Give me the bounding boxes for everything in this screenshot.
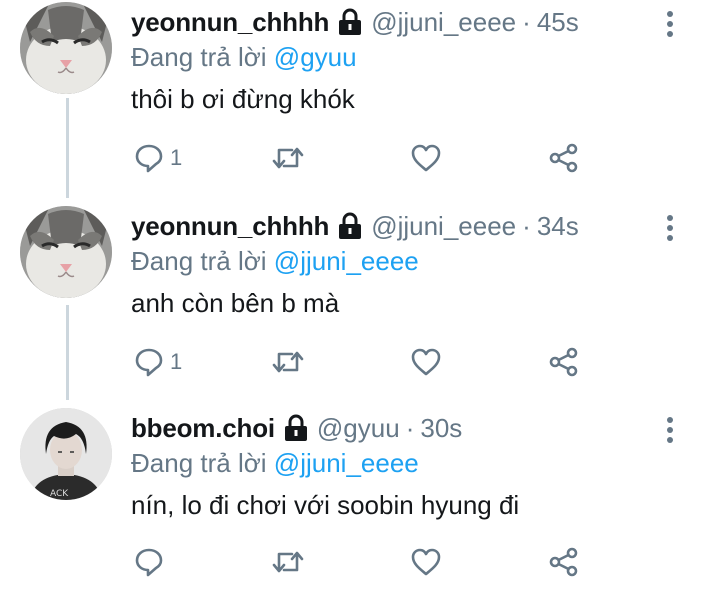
person-avatar-icon: ACK — [20, 408, 112, 500]
replying-to-label: Đang trả lời — [131, 42, 267, 72]
tweet[interactable]: ACK bbeom.choi @gyuu · 30s Đang trả lời … — [0, 408, 720, 608]
tweet-header: bbeom.choi @gyuu · 30s — [131, 411, 462, 445]
retweet-button[interactable] — [272, 542, 304, 582]
retweet-button[interactable] — [272, 138, 304, 178]
like-icon — [411, 548, 441, 576]
replying-to: Đang trả lời @jjuni_eeee — [131, 448, 419, 479]
tweet-header: yeonnun_chhhh @jjuni_eeee · 34s — [131, 209, 579, 243]
tweet-actions — [0, 542, 720, 582]
timestamp[interactable]: 34s — [537, 211, 579, 242]
svg-text:ACK: ACK — [50, 489, 69, 499]
cat-avatar-icon — [20, 206, 112, 298]
share-button[interactable] — [549, 342, 579, 382]
tweet-actions: 1 — [0, 138, 720, 178]
like-button[interactable] — [411, 542, 441, 582]
reply-button[interactable]: 1 — [134, 138, 182, 178]
reply-icon — [135, 548, 163, 577]
share-icon — [549, 347, 578, 377]
reply-button[interactable] — [134, 542, 170, 582]
timestamp[interactable]: 30s — [420, 413, 462, 444]
user-handle[interactable]: @gyuu — [317, 413, 400, 444]
more-vertical-icon[interactable] — [664, 416, 676, 444]
separator-dot: · — [522, 210, 531, 241]
display-name[interactable]: yeonnun_chhhh — [131, 211, 329, 242]
separator-dot: · — [522, 6, 531, 37]
cat-avatar-icon — [20, 2, 112, 94]
lock-icon — [339, 212, 362, 239]
reply-button[interactable]: 1 — [134, 342, 182, 382]
replying-to: Đang trả lời @jjuni_eeee — [131, 246, 419, 277]
replying-to-label: Đang trả lời — [131, 448, 267, 478]
share-icon — [549, 143, 578, 173]
reply-icon — [135, 144, 163, 173]
share-icon — [549, 547, 578, 577]
like-button[interactable] — [411, 138, 441, 178]
tweet-actions: 1 — [0, 342, 720, 382]
display-name[interactable]: yeonnun_chhhh — [131, 7, 329, 38]
like-button[interactable] — [411, 342, 441, 382]
mention-link[interactable]: @gyuu — [274, 42, 357, 72]
tweet-text: thôi b ơi đừng khók — [131, 84, 355, 114]
separator-dot: · — [405, 412, 415, 443]
replying-to: Đang trả lời @gyuu — [131, 42, 357, 73]
more-vertical-icon[interactable] — [664, 214, 676, 242]
user-handle[interactable]: @jjuni_eeee — [371, 7, 516, 38]
replying-to-label: Đang trả lời — [131, 246, 267, 276]
lock-icon — [284, 414, 307, 441]
tweet[interactable]: yeonnun_chhhh @jjuni_eeee · 45s Đang trả… — [0, 2, 720, 202]
share-button[interactable] — [549, 138, 579, 178]
tweet-header: yeonnun_chhhh @jjuni_eeee · 45s — [131, 5, 579, 39]
timestamp[interactable]: 45s — [537, 7, 579, 38]
reply-count: 1 — [170, 145, 183, 170]
display-name[interactable]: bbeom.choi — [131, 413, 275, 444]
user-handle[interactable]: @jjuni_eeee — [371, 211, 516, 242]
retweet-icon — [272, 147, 304, 169]
avatar[interactable] — [20, 2, 112, 94]
mention-link[interactable]: @jjuni_eeee — [274, 246, 419, 276]
reply-icon — [135, 348, 163, 377]
like-icon — [411, 144, 441, 172]
retweet-button[interactable] — [272, 342, 304, 382]
tweet-text: anh còn bên b mà — [131, 288, 340, 318]
like-icon — [411, 348, 441, 376]
reply-count: 1 — [170, 349, 183, 374]
mention-link[interactable]: @jjuni_eeee — [274, 448, 419, 478]
share-button[interactable] — [549, 542, 579, 582]
more-vertical-icon[interactable] — [664, 10, 676, 38]
avatar[interactable] — [20, 206, 112, 298]
tweet-text: nín, lo đi chơi với soobin hyung đi — [131, 490, 520, 520]
tweet[interactable]: yeonnun_chhhh @jjuni_eeee · 34s Đang trả… — [0, 206, 720, 406]
retweet-icon — [272, 551, 304, 573]
retweet-icon — [272, 351, 304, 373]
avatar[interactable]: ACK — [20, 408, 112, 500]
lock-icon — [339, 8, 362, 35]
